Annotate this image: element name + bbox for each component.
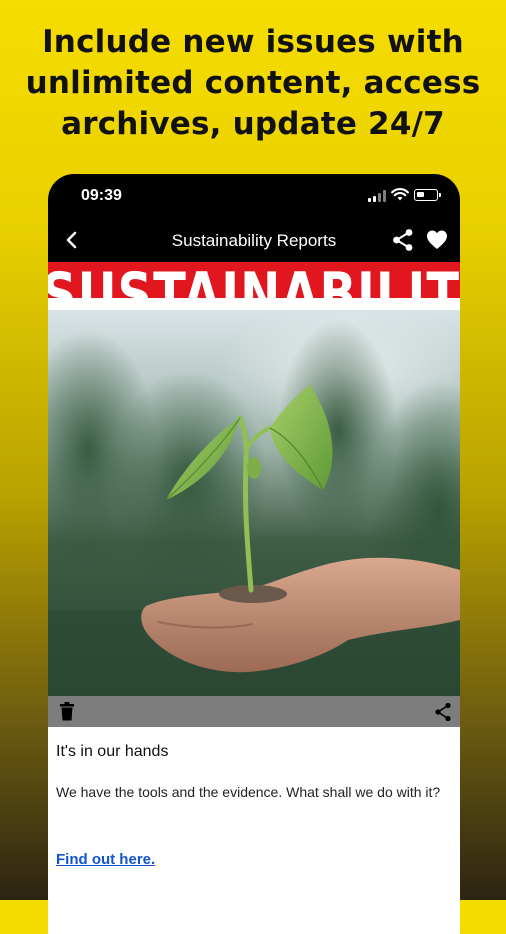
article-content: It's in our hands We have the tools and … <box>48 727 460 934</box>
headline-line-3: archives, update 24/7 <box>61 106 445 142</box>
article-body: We have the tools and the evidence. What… <box>56 784 441 800</box>
masthead-banner: SUSTAINABILITY <box>48 262 460 310</box>
status-bar: 09:39 <box>48 174 460 218</box>
wifi-icon <box>391 188 409 201</box>
status-time: 09:39 <box>81 187 122 204</box>
headline-line-1: Include new issues with <box>42 24 464 60</box>
top-navigation-bar: Sustainability Reports <box>48 218 460 262</box>
share-icon[interactable] <box>392 228 414 252</box>
headline-line-2: unlimited content, access <box>25 65 481 101</box>
article-title: It's in our hands <box>56 743 169 760</box>
trash-icon[interactable] <box>60 702 74 721</box>
cellular-signal-icon <box>368 190 386 202</box>
promo-headline: Include new issues with unlimited conten… <box>0 22 506 145</box>
favorite-heart-icon[interactable] <box>426 229 448 251</box>
find-out-link[interactable]: Find out here. <box>56 851 155 868</box>
article-hero-image[interactable] <box>48 310 460 696</box>
article-toolbar <box>48 696 460 727</box>
phone-frame: 09:39 Sustainability Reports SUSTAINABIL… <box>48 174 460 934</box>
battery-icon <box>414 189 441 201</box>
share-icon[interactable] <box>434 702 452 722</box>
